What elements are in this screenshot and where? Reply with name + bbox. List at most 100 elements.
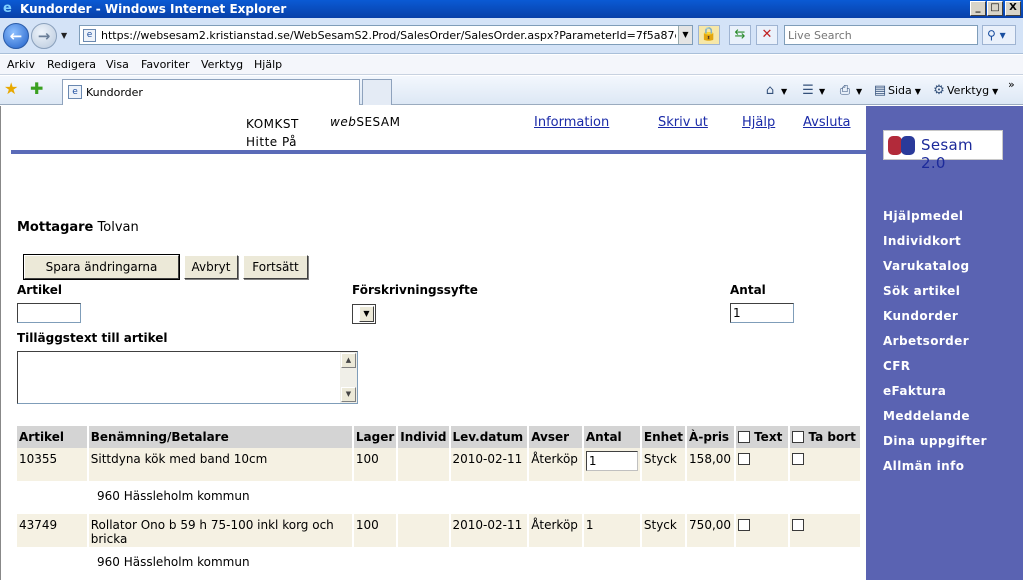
live-search-box[interactable]	[784, 25, 978, 45]
printer-icon: ⎙	[839, 83, 851, 98]
live-search-input[interactable]	[788, 27, 976, 44]
extra-text-label: Tilläggstext till artikel	[17, 331, 168, 345]
text-checkbox[interactable]	[737, 519, 750, 531]
forward-button[interactable]: →	[31, 23, 57, 49]
sidebar-item-work-order[interactable]: Arbetsorder	[883, 334, 987, 359]
quantity-input[interactable]	[730, 303, 794, 323]
link-logout[interactable]: Avsluta	[803, 115, 851, 130]
menu-help[interactable]: Hjälp	[254, 58, 282, 71]
cell-text	[735, 514, 789, 547]
sidebar-item-cfr[interactable]: CFR	[883, 359, 987, 384]
chevron-more-icon[interactable]: »	[1008, 78, 1015, 91]
sidebar-item-messages[interactable]: Meddelande	[883, 409, 987, 434]
cell-article: 43749	[17, 514, 87, 547]
sidebar-item-search-article[interactable]: Sök artikel	[883, 284, 987, 309]
sidebar-item-customer-order[interactable]: Kundorder	[883, 309, 987, 334]
address-toolbar: ← → ▼ e https://websesam2.kristianstad.s…	[0, 18, 1023, 54]
cell-purpose: Återköp	[529, 448, 582, 481]
cell-price: 750,00	[687, 514, 734, 547]
add-favorite-icon[interactable]: ✚	[30, 81, 43, 97]
sidebar-item-catalog[interactable]: Varukatalog	[883, 259, 987, 284]
back-button[interactable]: ←	[3, 23, 29, 49]
logo-mark-red	[888, 136, 902, 155]
scroll-down-icon[interactable]: ▼	[341, 387, 356, 402]
col-price: À-pris	[687, 426, 734, 448]
tab-kundorder[interactable]: e Kundorder	[62, 79, 360, 105]
scroll-up-icon[interactable]: ▲	[341, 353, 356, 368]
address-field[interactable]: e https://websesam2.kristianstad.se/WebS…	[79, 25, 693, 45]
favorites-star-icon[interactable]: ★	[4, 81, 18, 97]
col-quantity: Antal	[583, 426, 640, 448]
purpose-select[interactable]: ▼	[352, 304, 376, 324]
text-checkbox[interactable]	[737, 453, 750, 465]
cell-quantity	[583, 448, 640, 481]
address-dropdown-icon[interactable]: ▼	[678, 26, 692, 44]
col-individual: Individ	[398, 426, 449, 448]
cell-payer: 960 Hässleholm kommun	[97, 555, 250, 569]
menu-edit[interactable]: Redigera	[47, 58, 96, 71]
select-all-text-checkbox[interactable]	[737, 431, 750, 443]
cancel-button[interactable]: Avbryt	[184, 255, 238, 279]
sidebar-item-individual-card[interactable]: Individkort	[883, 234, 987, 259]
payer-row: 960 Hässleholm kommun	[17, 481, 860, 514]
cell-delete	[790, 514, 860, 547]
home-button[interactable]: ⌂ ▼	[762, 83, 787, 98]
print-button[interactable]: ⎙ ▼	[837, 83, 862, 98]
menu-bar: Arkiv Redigera Visa Favoriter Verktyg Hj…	[0, 55, 1023, 75]
link-information[interactable]: Information	[534, 115, 609, 130]
continue-button[interactable]: Fortsätt	[243, 255, 308, 279]
feeds-button[interactable]: ☰ ▼	[800, 83, 825, 98]
sidebar: Sesam 2.0 Hjälpmedel Individkort Varukat…	[866, 106, 1023, 580]
sidebar-item-einvoice[interactable]: eFaktura	[883, 384, 987, 409]
url-text[interactable]: https://websesam2.kristianstad.se/WebSes…	[101, 29, 676, 42]
menu-favorites[interactable]: Favoriter	[141, 58, 189, 71]
tab-page-icon: e	[68, 85, 82, 99]
article-input[interactable]	[17, 303, 81, 323]
save-changes-button[interactable]: Spara ändringarna	[23, 254, 180, 280]
menu-view[interactable]: Visa	[106, 58, 129, 71]
maximize-button[interactable]: □	[987, 1, 1003, 16]
order-lines-table: Artikel Benämning/Betalare Lager Individ…	[15, 426, 862, 580]
refresh-icon[interactable]: ⇆	[729, 25, 751, 45]
cell-price: 158,00	[687, 448, 734, 481]
col-unit: Enhet	[641, 426, 686, 448]
page-menu-button[interactable]: ▤ Sida ▼	[872, 83, 921, 98]
rss-icon: ☰	[802, 83, 814, 98]
col-name-payer: Benämning/Betalare	[88, 426, 352, 448]
page-menu-icon: ▤	[873, 83, 887, 98]
sidebar-item-aids[interactable]: Hjälpmedel	[883, 209, 987, 234]
minimize-button[interactable]: _	[970, 1, 986, 16]
col-delivery-date: Lev.datum	[450, 426, 528, 448]
select-all-delete-checkbox[interactable]	[792, 431, 805, 443]
quantity-field[interactable]	[585, 451, 638, 471]
sidebar-item-my-details[interactable]: Dina uppgifter	[883, 434, 987, 459]
new-tab-button[interactable]	[362, 79, 392, 105]
chevron-down-icon[interactable]: ▼	[359, 306, 374, 322]
home-icon: ⌂	[765, 83, 775, 98]
cell-text	[735, 448, 789, 481]
tab-label: Kundorder	[86, 86, 143, 99]
purpose-label: Förskrivningssyfte	[352, 283, 478, 297]
cell-individual	[398, 448, 449, 481]
sidebar-item-general-info[interactable]: Allmän info	[883, 459, 987, 484]
logo-text: Sesam 2.0	[921, 136, 973, 172]
col-stock: Lager	[353, 426, 397, 448]
search-icon[interactable]: ⚲ ▾	[982, 25, 1016, 45]
extra-text-area[interactable]: ▲ ▼	[17, 351, 358, 404]
col-purpose: Avser	[529, 426, 582, 448]
menu-file[interactable]: Arkiv	[7, 58, 35, 71]
close-window-button[interactable]: X	[1005, 1, 1021, 16]
stop-icon[interactable]: ✕	[756, 25, 778, 45]
menu-tools[interactable]: Verktyg	[201, 58, 243, 71]
window-titlebar: e Kundorder - Windows Internet Explorer …	[0, 0, 1023, 18]
delete-checkbox[interactable]	[792, 453, 805, 465]
history-dropdown-icon[interactable]: ▼	[61, 31, 67, 40]
tools-menu-button[interactable]: ⚙ Verktyg ▼	[931, 83, 998, 98]
lock-icon[interactable]: 🔒	[698, 25, 720, 45]
textarea-scrollbar[interactable]: ▲ ▼	[340, 352, 357, 403]
link-help[interactable]: Hjälp	[742, 115, 775, 130]
link-print[interactable]: Skriv ut	[658, 115, 708, 130]
page-content: KOMKST Hitte På webSESAM Information Skr…	[0, 106, 1023, 580]
delete-checkbox[interactable]	[792, 519, 805, 531]
tab-bar: ★ ✚ e Kundorder ⌂ ▼ ☰ ▼ ⎙ ▼ ▤ Sida ▼ ⚙ Verktyg…	[0, 76, 1023, 105]
